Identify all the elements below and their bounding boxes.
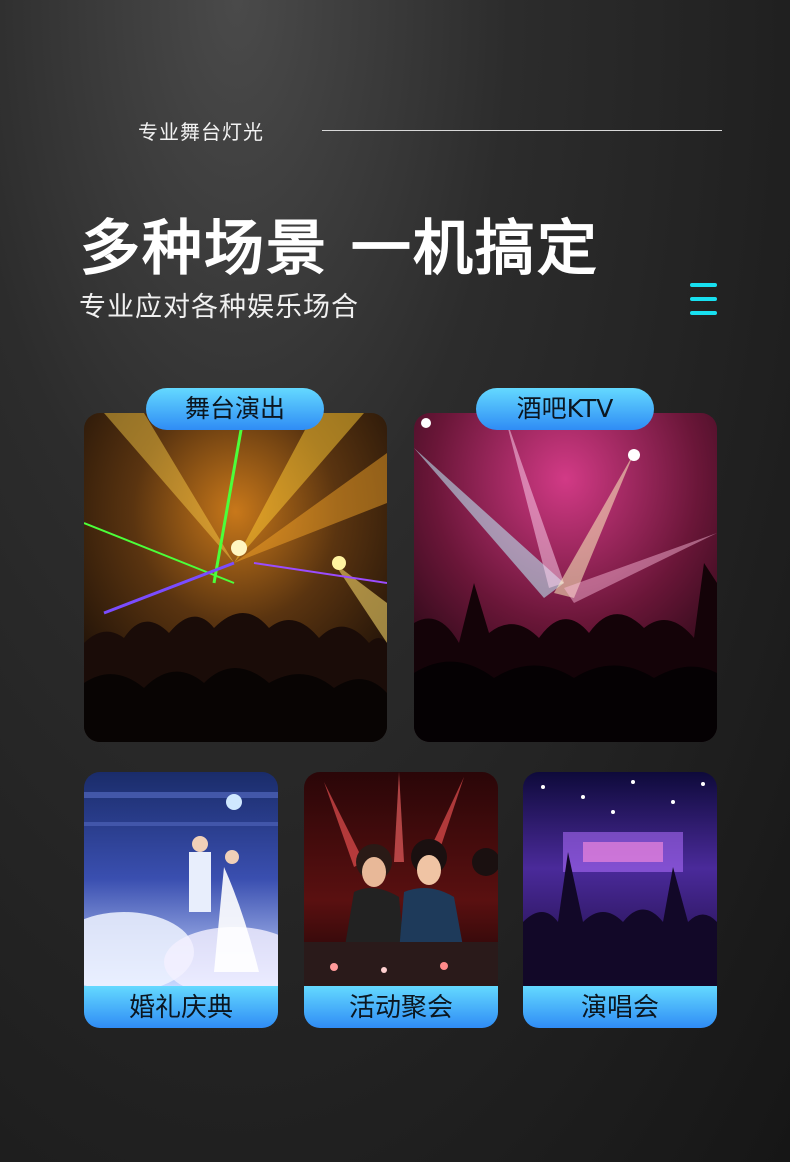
wedding-ceremony-photo (84, 772, 278, 986)
scene-card-wedding[interactable]: 婚礼庆典 (84, 772, 278, 1028)
eyebrow-label: 专业舞台灯光 (138, 120, 264, 144)
menu-icon[interactable] (690, 283, 717, 315)
party-event-photo (304, 772, 498, 986)
concert-photo (523, 772, 717, 986)
bar-ktv-photo (414, 413, 717, 742)
eyebrow-divider (322, 130, 722, 131)
scene-card-concert[interactable]: 演唱会 (523, 772, 717, 1028)
page-title: 多种场景 一机搞定 (80, 214, 599, 284)
scene-label-concert: 演唱会 (523, 986, 717, 1028)
stage-performance-photo (84, 413, 387, 742)
scene-label-wedding: 婚礼庆典 (84, 986, 278, 1028)
scene-label-party: 活动聚会 (304, 986, 498, 1028)
scene-label-bar-ktv: 酒吧KTV (476, 388, 654, 430)
scene-card-stage[interactable] (84, 413, 387, 742)
scene-card-bar-ktv[interactable] (414, 413, 717, 742)
scene-card-party[interactable]: 活动聚会 (304, 772, 498, 1028)
page-subtitle: 专业应对各种娱乐场合 (79, 292, 359, 323)
scene-label-stage: 舞台演出 (146, 388, 324, 430)
